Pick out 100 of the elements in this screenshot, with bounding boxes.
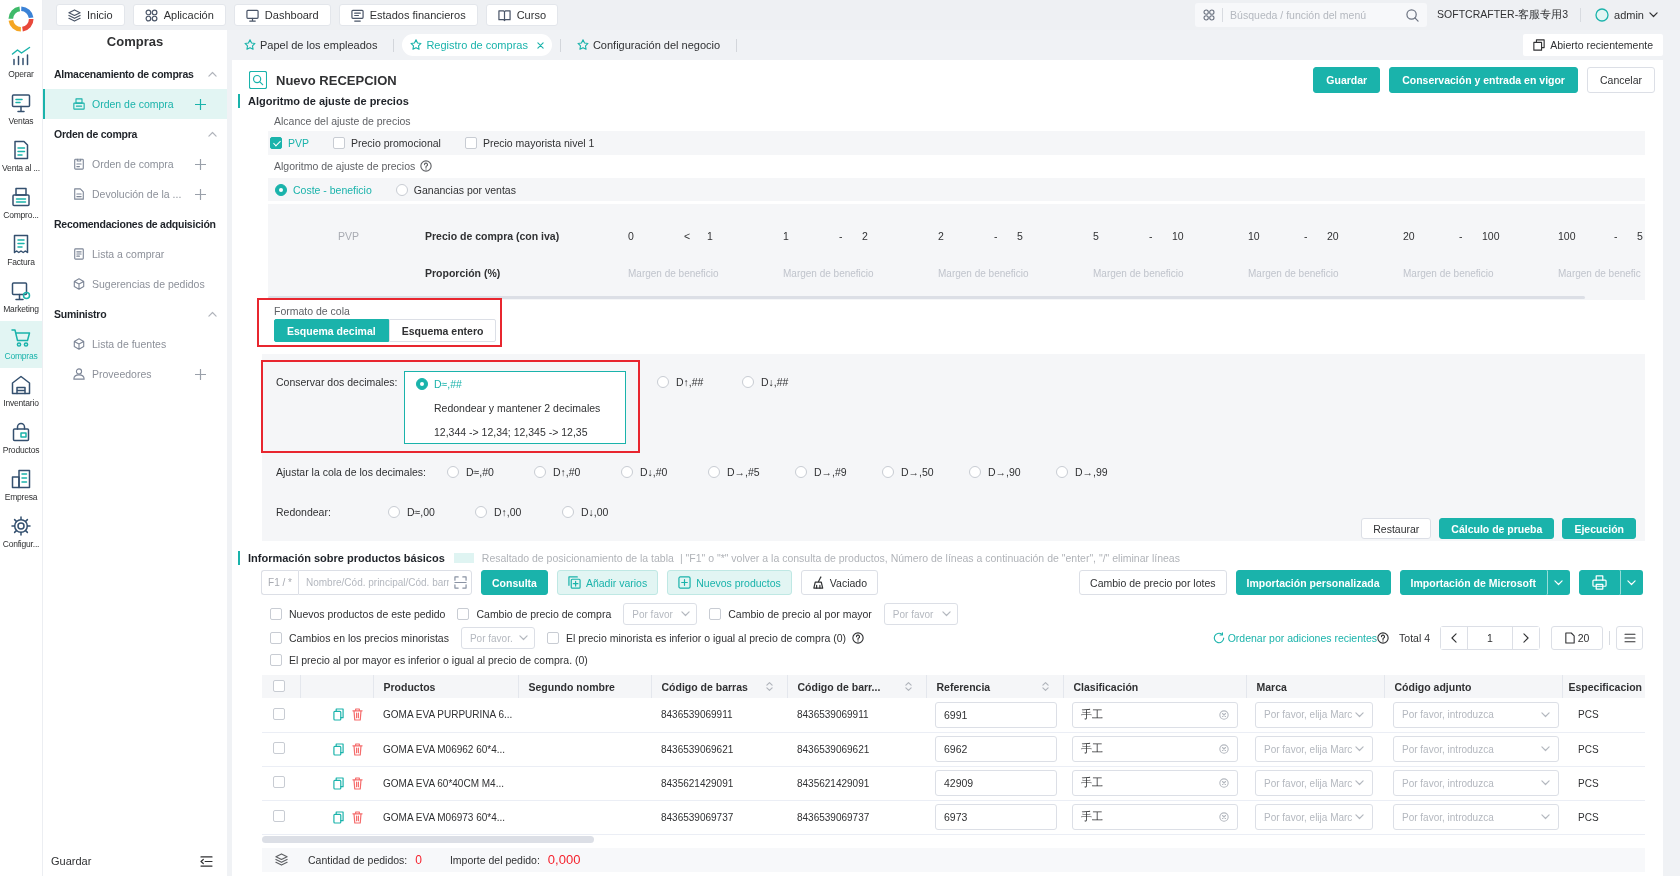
sort-icon[interactable] (1041, 681, 1049, 692)
close-icon[interactable] (536, 41, 544, 49)
rail-item[interactable]: Factura (0, 227, 42, 274)
radio-button[interactable] (795, 466, 807, 478)
sidebar-group-header[interactable]: Recomendaciones de adquisición (43, 209, 227, 239)
checkbox[interactable] (464, 137, 477, 149)
scan-icon[interactable] (454, 576, 467, 589)
print-button[interactable] (1579, 570, 1620, 595)
layers-icon[interactable] (275, 853, 288, 866)
save-link[interactable]: Guardar (51, 855, 92, 867)
classification-select[interactable]: 手工 (1072, 701, 1238, 728)
product-search-field[interactable]: Nombre/Cód. principal/Cód. barr (298, 570, 472, 595)
page-tab[interactable]: Papel de los empleados (236, 34, 386, 56)
trash-icon[interactable] (352, 708, 363, 722)
star-icon[interactable] (244, 39, 256, 51)
checkbox[interactable] (273, 707, 285, 720)
checkbox[interactable] (270, 137, 282, 149)
rail-item[interactable]: Inventario (0, 368, 42, 415)
dropdown-button[interactable] (1620, 570, 1643, 595)
radio-button[interactable] (657, 376, 669, 388)
help-icon[interactable] (1377, 632, 1390, 644)
checkbox[interactable] (270, 608, 282, 620)
checkbox[interactable] (273, 776, 285, 788)
page-size-button[interactable]: 20 (1551, 626, 1603, 650)
menu-search-field[interactable]: Búsqueda / función del menú (1230, 6, 1400, 24)
option-card[interactable]: D≈,## Redondear y mantener 2 decimales 12,344 -> 12,34; 12,345 -> 12,35 (404, 371, 626, 444)
rail-item[interactable]: Configur... (0, 509, 42, 556)
nav-tab[interactable]: Inicio (56, 4, 125, 26)
segment-tab[interactable]: Esquema entero (388, 319, 497, 342)
copy-icon[interactable] (333, 708, 344, 722)
radio-button[interactable] (1056, 466, 1068, 478)
clear-icon[interactable] (1219, 744, 1229, 754)
sidebar-group-header[interactable]: Suministro (43, 299, 227, 329)
radio-button[interactable] (275, 183, 287, 196)
reference-input[interactable]: 42909 (935, 770, 1057, 796)
help-icon[interactable] (420, 160, 433, 172)
checkbox[interactable] (457, 608, 470, 620)
radio-button[interactable] (882, 466, 894, 478)
page-input[interactable]: 1 (1467, 627, 1513, 649)
sort-icon[interactable] (765, 681, 773, 692)
page-navigator[interactable]: 1 (1440, 626, 1540, 650)
copy-icon[interactable] (333, 742, 344, 756)
checkbox[interactable] (273, 810, 285, 822)
radio-button[interactable] (562, 506, 574, 518)
radio-button[interactable] (416, 377, 428, 390)
clear-icon[interactable] (1219, 778, 1229, 788)
action-button[interactable]: Vaciado (800, 570, 878, 595)
radio-button[interactable] (969, 466, 981, 478)
action-button[interactable]: Cambio de precio por lotes (1079, 570, 1227, 595)
checkbox[interactable] (709, 608, 722, 620)
trash-icon[interactable] (352, 742, 363, 756)
sidebar-group-header[interactable]: Almacenamiento de compras (43, 59, 227, 89)
nav-tab[interactable]: Curso (485, 4, 558, 26)
column-settings-button[interactable] (1616, 626, 1643, 650)
logo-icon[interactable] (8, 6, 34, 32)
help-icon[interactable] (852, 632, 865, 644)
radio-button[interactable] (708, 466, 720, 478)
search-bar[interactable]: Búsqueda / función del menú (1195, 3, 1428, 27)
clear-icon[interactable] (1219, 812, 1229, 822)
sort-icon[interactable] (904, 681, 912, 692)
scrollbar[interactable] (262, 835, 594, 843)
radio-button[interactable] (447, 466, 459, 478)
nav-tab[interactable]: Aplicación (132, 4, 226, 26)
nav-tab[interactable]: Dashboard (233, 4, 331, 26)
plus-icon[interactable] (195, 158, 206, 170)
copy-icon[interactable] (333, 810, 344, 824)
search-icon[interactable] (1406, 8, 1420, 22)
reference-input[interactable]: 6962 (935, 736, 1057, 762)
reference-input[interactable]: 6991 (935, 701, 1057, 728)
plus-icon[interactable] (195, 98, 206, 110)
checkbox[interactable] (270, 654, 282, 666)
rail-item[interactable]: Operar (0, 39, 42, 86)
radio-button[interactable] (475, 506, 487, 518)
caret-up-icon[interactable] (208, 311, 217, 317)
rail-item[interactable]: Marketing (0, 274, 42, 321)
checkbox[interactable] (270, 632, 282, 644)
search-icon[interactable] (249, 71, 267, 89)
checkbox[interactable] (273, 742, 285, 754)
caret-up-icon[interactable] (208, 71, 217, 77)
nav-tab[interactable]: Estados financieros (338, 4, 478, 26)
clear-icon[interactable] (1219, 709, 1229, 720)
trash-icon[interactable] (352, 776, 363, 790)
caret-up-icon[interactable] (208, 131, 217, 137)
radio-button[interactable] (395, 183, 408, 196)
radio-button[interactable] (388, 506, 400, 518)
trash-icon[interactable] (352, 810, 363, 824)
radio-button[interactable] (742, 376, 754, 388)
classification-select[interactable]: 手工 (1072, 804, 1238, 830)
star-icon[interactable] (410, 39, 423, 51)
checkbox[interactable] (273, 679, 285, 692)
copy-icon[interactable] (333, 776, 344, 790)
menu-collapse-icon[interactable] (200, 855, 213, 867)
grid-icon[interactable] (1203, 9, 1216, 21)
rail-item[interactable]: Compro... (0, 180, 42, 227)
radio-button[interactable] (534, 466, 546, 478)
recent-button[interactable]: Abierto recientemente (1523, 34, 1663, 56)
user-menu[interactable]: admin (1595, 8, 1658, 22)
checkbox[interactable] (546, 632, 559, 644)
plus-icon[interactable] (195, 188, 206, 200)
sidebar-group-header[interactable]: Orden de compra (43, 119, 227, 149)
